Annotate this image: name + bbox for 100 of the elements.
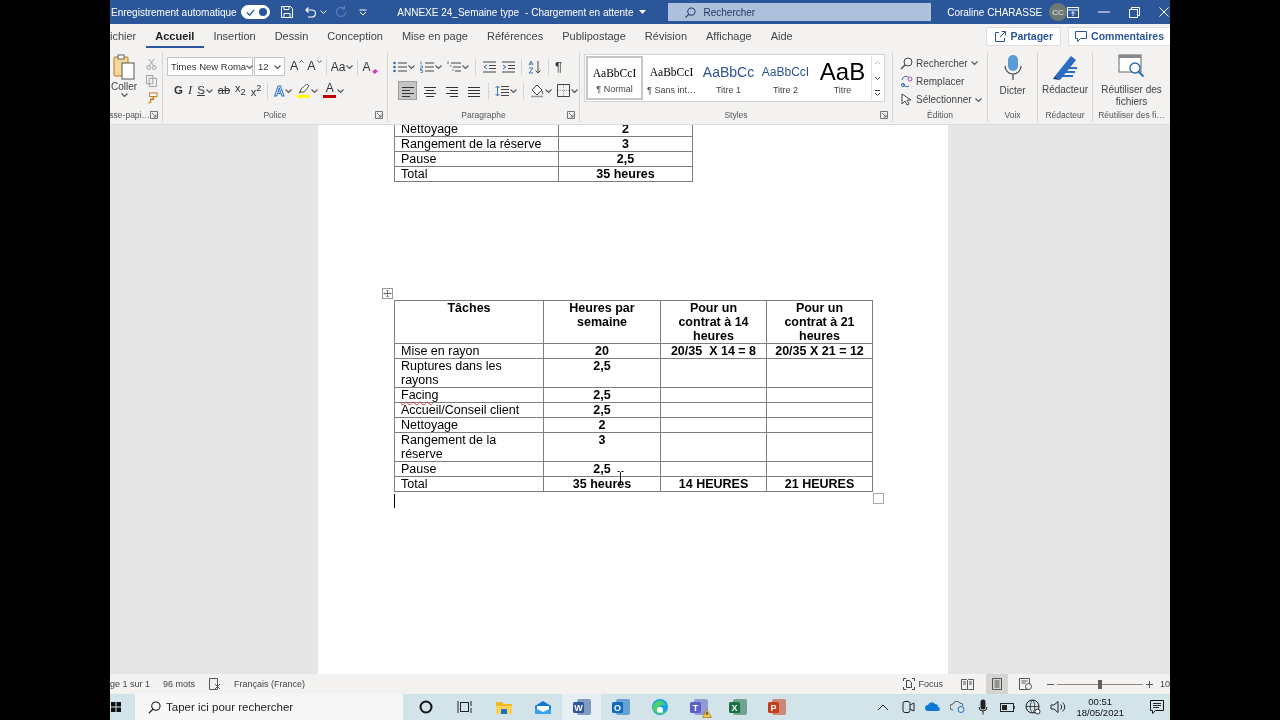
style-option[interactable]: AaBbCc Titre 1 bbox=[700, 56, 757, 100]
ribbon-tab[interactable]: Références bbox=[477, 24, 553, 48]
language-label[interactable]: Français (France) bbox=[234, 679, 306, 689]
font-color-button[interactable]: A bbox=[322, 81, 346, 100]
find-button[interactable]: Rechercher bbox=[900, 55, 987, 72]
cloud-sync-icon[interactable] bbox=[949, 701, 966, 713]
caret-icon bbox=[346, 64, 354, 69]
resize-handle-icon[interactable] bbox=[873, 493, 884, 504]
ribbon-tab[interactable]: Mise en page bbox=[392, 24, 478, 48]
caret-icon[interactable] bbox=[639, 10, 647, 14]
print-layout-button[interactable] bbox=[986, 674, 1008, 694]
style-option[interactable]: AaBbCcI ¶ Normal bbox=[586, 56, 643, 100]
ribbon-tab[interactable]: Publipostage bbox=[552, 24, 636, 48]
undo-icon[interactable] bbox=[303, 5, 318, 19]
speaker-icon[interactable] bbox=[1049, 700, 1066, 714]
customize-menu-icon[interactable] bbox=[359, 8, 368, 16]
dialog-launcher-icon[interactable] bbox=[880, 111, 888, 119]
taskbar-button[interactable]: X bbox=[718, 694, 757, 720]
dialog-launcher-icon[interactable] bbox=[375, 111, 383, 119]
shrink-font-button[interactable]: A bbox=[306, 57, 323, 76]
ribbon-tab[interactable]: Dessin bbox=[265, 24, 318, 48]
paintbrush-icon[interactable] bbox=[146, 92, 158, 104]
ribbon-display-icon[interactable] bbox=[1067, 6, 1079, 18]
autosave-toggle[interactable] bbox=[240, 5, 271, 19]
taskbar-button[interactable]: P bbox=[757, 694, 796, 720]
slider-thumb[interactable] bbox=[1098, 679, 1102, 689]
ribbon-tab[interactable]: Aide bbox=[761, 24, 803, 48]
restore-icon[interactable] bbox=[1129, 6, 1140, 18]
table-cell: 2,5 bbox=[543, 402, 661, 418]
clear-formatting-button[interactable]: A bbox=[361, 57, 381, 76]
document-title: ANNEXE 24_Semaine type bbox=[397, 6, 520, 18]
open-book-icon bbox=[961, 678, 975, 690]
style-option[interactable]: AaBbCcI Titre 2 bbox=[757, 56, 814, 100]
bold-button[interactable]: G bbox=[173, 81, 184, 100]
show-marks-button[interactable]: ¶ bbox=[554, 57, 563, 76]
align-left-icon bbox=[400, 84, 415, 97]
taskbar-button[interactable]: W bbox=[562, 694, 601, 720]
text-cursor-icon bbox=[394, 493, 395, 508]
ribbon-tab[interactable]: ichier bbox=[110, 24, 146, 48]
move-handle-icon[interactable] bbox=[382, 288, 393, 299]
strikethrough-button[interactable]: ab bbox=[216, 81, 232, 100]
outdent-icon bbox=[482, 60, 496, 73]
highlight-button[interactable] bbox=[296, 81, 320, 100]
underline-button[interactable]: S bbox=[196, 81, 214, 100]
save-icon[interactable] bbox=[280, 5, 295, 19]
battery-icon[interactable] bbox=[999, 702, 1016, 712]
editor-button[interactable]: Rédacteur bbox=[1038, 52, 1092, 108]
dialog-launcher-icon[interactable] bbox=[567, 111, 575, 119]
align-left-button[interactable] bbox=[398, 81, 417, 100]
user-avatar[interactable]: CC bbox=[1049, 3, 1067, 21]
paste-button[interactable]: Coller bbox=[110, 52, 138, 108]
microphone-icon[interactable] bbox=[977, 699, 988, 715]
superscript-button[interactable]: x$^{2}$ bbox=[249, 81, 263, 100]
caret-icon bbox=[408, 64, 415, 69]
reuse-files-button[interactable]: Réutiliser des fichiers bbox=[1093, 52, 1170, 108]
select-button[interactable]: Sélectionner bbox=[900, 91, 987, 108]
table-cell: 2 bbox=[543, 417, 661, 433]
replace-button[interactable]: Remplacer bbox=[900, 73, 987, 90]
share-button[interactable]: Partager bbox=[986, 26, 1062, 46]
ribbon-tab[interactable]: Affichage bbox=[696, 24, 762, 48]
caret-icon bbox=[274, 64, 281, 69]
notification-icon[interactable] bbox=[1150, 700, 1164, 714]
font-size-field[interactable]: 12 bbox=[254, 57, 285, 76]
dialog-launcher-icon[interactable] bbox=[150, 111, 158, 119]
microphone-icon bbox=[1003, 54, 1022, 81]
globe-icon[interactable] bbox=[1024, 699, 1041, 715]
close-icon[interactable] bbox=[1159, 7, 1169, 17]
clock-button[interactable]: 00:51 18/05/2021 bbox=[1074, 696, 1126, 718]
multilevel-list-icon bbox=[447, 60, 461, 73]
zoom-in-icon[interactable] bbox=[1146, 680, 1153, 688]
grow-font-button[interactable]: A bbox=[289, 57, 306, 76]
dictate-button[interactable]: Dicter bbox=[988, 52, 1037, 108]
taskbar-button[interactable]: T bbox=[679, 694, 718, 720]
caret-icon[interactable] bbox=[320, 10, 328, 14]
start-icon[interactable] bbox=[111, 702, 121, 712]
table-cell: 20/35 X 14 = 8 bbox=[660, 343, 767, 359]
change-case-button[interactable]: Aa bbox=[329, 57, 355, 76]
proofing-icon[interactable] bbox=[209, 678, 222, 690]
italic-button[interactable]: I bbox=[186, 81, 194, 100]
comments-button[interactable]: Commentaires bbox=[1068, 26, 1170, 46]
ribbon-tab[interactable]: Insertion bbox=[203, 24, 266, 48]
borders-button[interactable] bbox=[556, 81, 579, 100]
subscript-button[interactable]: x$_{2}$ bbox=[234, 81, 247, 100]
zoom-level[interactable]: 10 bbox=[1160, 679, 1170, 689]
taskbar-search-field[interactable]: Taper ici pour rechercher bbox=[135, 694, 403, 720]
cloud-icon[interactable] bbox=[924, 702, 941, 712]
caret-icon bbox=[205, 88, 213, 93]
search-field[interactable]: Rechercher bbox=[668, 3, 932, 21]
user-name: Coraline CHARASSE bbox=[947, 6, 1043, 18]
font-name-field[interactable]: Times New Roma bbox=[167, 57, 253, 76]
ribbon-tab[interactable]: Révision bbox=[635, 24, 697, 48]
table-cell: 14 HEURES bbox=[660, 476, 767, 492]
video-call-icon[interactable] bbox=[900, 700, 915, 714]
chevron-up-icon[interactable] bbox=[876, 703, 889, 711]
focus-button[interactable]: Focus bbox=[903, 678, 943, 690]
style-option[interactable]: AaBbCcI ¶ Sans int… bbox=[643, 56, 700, 100]
table-cell: 20 bbox=[543, 343, 661, 359]
ribbon-tab[interactable]: Conception bbox=[317, 24, 393, 48]
style-option[interactable]: AaB Titre bbox=[814, 56, 871, 100]
taskbar-button[interactable]: O bbox=[601, 694, 640, 720]
